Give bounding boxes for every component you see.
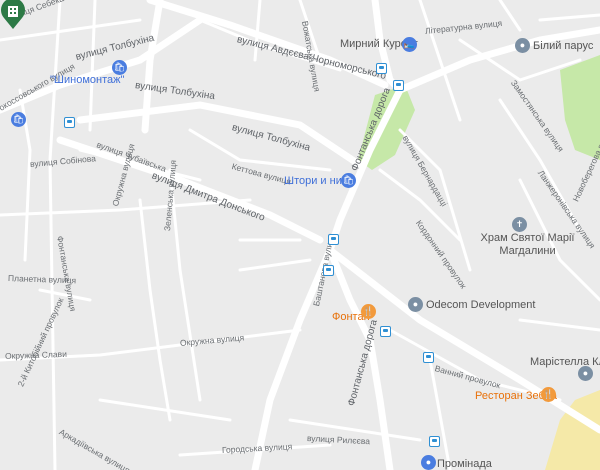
restaurant-icon[interactable]: 🍴 (361, 304, 376, 319)
hotel-bed-icon[interactable]: 🛌 (402, 37, 417, 52)
bus-stop-icon[interactable] (376, 63, 387, 74)
bus-stop-icon[interactable] (423, 352, 434, 363)
bus-stop-icon[interactable] (393, 80, 404, 91)
poi-shynomontazh[interactable]: "Шиномонтаж" (50, 74, 124, 87)
restaurant-icon[interactable]: 🍴 (541, 387, 556, 402)
place-pin-icon[interactable]: ● (578, 366, 593, 381)
poi-bily-parus[interactable]: Білий парус (533, 40, 593, 53)
place-pin-icon[interactable]: ● (408, 297, 423, 312)
building-marker-icon[interactable] (0, 0, 26, 30)
road-fontanska (326, 86, 404, 254)
bus-stop-icon[interactable] (380, 326, 391, 337)
shopping-bag-icon[interactable]: 🛍 (112, 60, 127, 75)
poi-khram[interactable]: Храм Святої Марії Магдалини (480, 232, 575, 258)
shopping-bag-icon[interactable]: 🛍 (341, 173, 356, 188)
bus-stop-icon[interactable] (328, 234, 339, 245)
poi-odecom[interactable]: Odecom Development (426, 299, 535, 312)
shopping-bag-icon[interactable]: 🛍 (11, 112, 26, 127)
poi-prominada[interactable]: Промінада (437, 458, 492, 470)
map-canvas[interactable]: вулиця Толбухіна вулиця Толбухіна вулиця… (0, 0, 600, 470)
place-pin-icon[interactable]: ● (515, 38, 530, 53)
church-icon[interactable]: ✝ (512, 217, 527, 232)
place-pin-icon[interactable]: ● (421, 455, 436, 470)
bus-stop-icon[interactable] (429, 436, 440, 447)
bus-stop-icon[interactable] (64, 117, 75, 128)
bus-stop-icon[interactable] (323, 265, 334, 276)
